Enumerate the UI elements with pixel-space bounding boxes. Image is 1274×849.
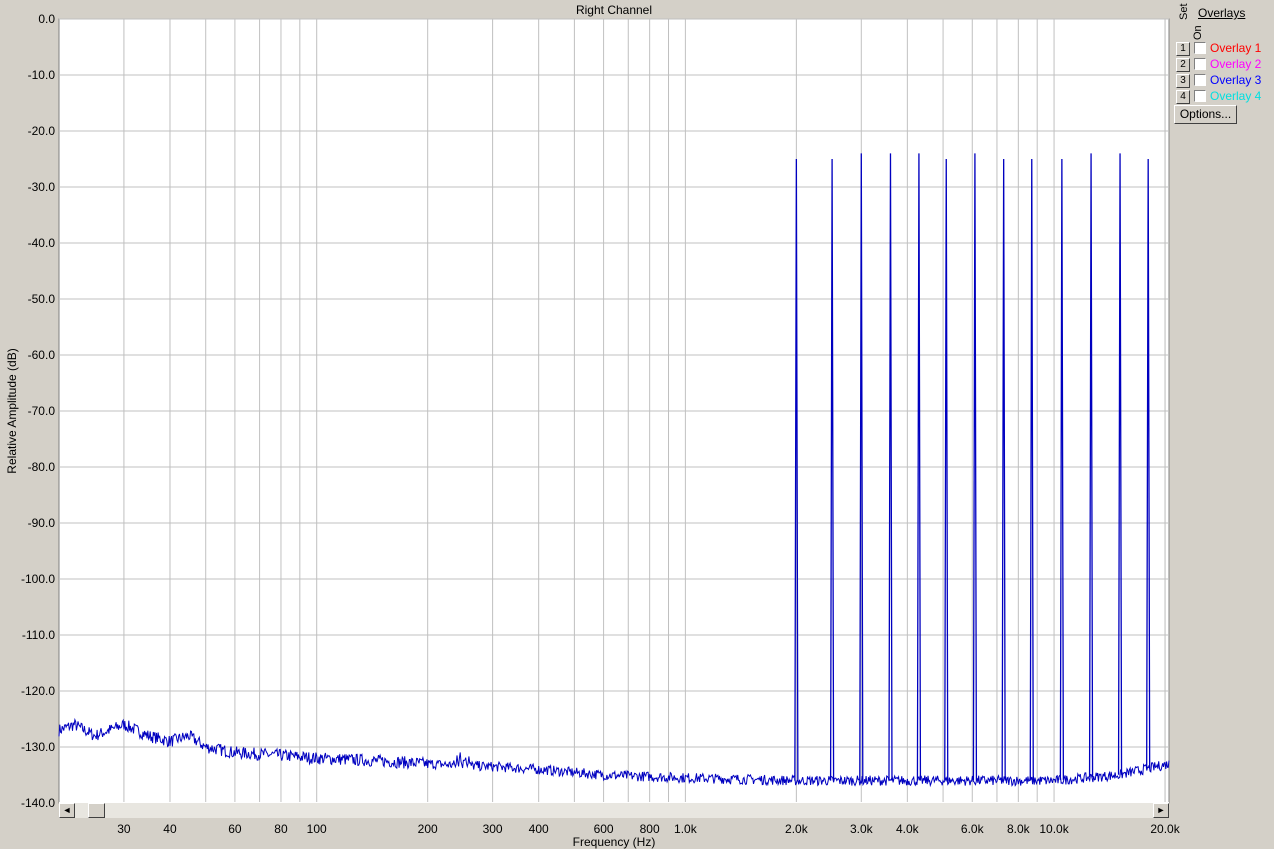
y-tick-label: -60.0 <box>28 348 56 362</box>
overlay-4-checkbox[interactable] <box>1194 90 1206 102</box>
overlay-1-set-button[interactable]: 1 <box>1176 42 1190 56</box>
y-tick-label: -110.0 <box>22 628 55 642</box>
overlay-panel: Set On Overlays 1 Overlay 1 2 Overlay 2 … <box>1172 0 1274 849</box>
y-axis-label: Relative Amplitude (dB) <box>5 348 19 473</box>
x-tick-label: 1.0k <box>674 822 698 836</box>
y-tick-label: -80.0 <box>28 460 56 474</box>
set-column-label: Set <box>1178 3 1190 20</box>
y-tick-label: -90.0 <box>28 516 56 530</box>
x-tick-label: 4.0k <box>896 822 920 836</box>
y-axis-ticks: 0.0 -10.0 -20.0 -30.0 -40.0 -50.0 -60.0 -70.0 -8… <box>21 12 55 810</box>
y-tick-label: -50.0 <box>28 292 56 306</box>
y-tick-label: -100.0 <box>21 572 55 586</box>
x-tick-label: 600 <box>594 822 614 836</box>
overlay-4-set-button[interactable]: 4 <box>1176 90 1190 104</box>
y-tick-label: -30.0 <box>28 180 56 194</box>
scroll-left-button[interactable]: ◄ <box>59 803 75 818</box>
overlay-3-label: Overlay 3 <box>1210 73 1262 87</box>
y-tick-label: -20.0 <box>28 124 56 138</box>
y-tick-label: -120.0 <box>21 684 55 698</box>
x-tick-label: 8.0k <box>1007 822 1031 836</box>
overlay-3-checkbox[interactable] <box>1194 74 1206 86</box>
x-tick-label: 2.0k <box>785 822 809 836</box>
y-tick-label: -40.0 <box>28 236 56 250</box>
x-tick-label: 100 <box>307 822 327 836</box>
y-tick-label: -10.0 <box>28 68 56 82</box>
x-axis-ticks: 30 40 60 80 100 200 300 400 600 800 1.0k 2.0k 3.0k 4.… <box>117 822 1180 836</box>
horizontal-scrollbar[interactable]: ◄ ► <box>59 802 1169 818</box>
overlay-1-checkbox[interactable] <box>1194 42 1206 54</box>
spectrum-chart: 0.0 -10.0 -20.0 -30.0 -40.0 -50.0 -60.0 -70.0 -8… <box>5 12 1181 849</box>
y-tick-label: -140.0 <box>21 796 55 810</box>
y-tick-label: 0.0 <box>38 12 55 26</box>
x-tick-label: 80 <box>274 822 288 836</box>
x-tick-label: 30 <box>117 822 131 836</box>
y-tick-label: -70.0 <box>28 404 56 418</box>
on-column-label: On <box>1192 25 1204 40</box>
x-tick-label: 6.0k <box>961 822 985 836</box>
chart-title: Right Channel <box>575 3 653 17</box>
x-tick-label: 40 <box>163 822 177 836</box>
x-tick-label: 10.0k <box>1039 822 1069 836</box>
overlay-1-label: Overlay 1 <box>1210 41 1262 55</box>
scroll-thumb[interactable] <box>88 803 105 818</box>
options-button[interactable]: Options... <box>1174 105 1237 124</box>
x-axis-label: Frequency (Hz) <box>573 835 656 849</box>
overlay-2-set-button[interactable]: 2 <box>1176 58 1190 72</box>
x-tick-label: 300 <box>483 822 503 836</box>
overlay-2-label: Overlay 2 <box>1210 57 1262 71</box>
x-tick-label: 200 <box>418 822 438 836</box>
overlay-4-label: Overlay 4 <box>1210 89 1262 103</box>
x-tick-label: 60 <box>228 822 242 836</box>
overlay-3-set-button[interactable]: 3 <box>1176 74 1190 88</box>
x-tick-label: 800 <box>640 822 660 836</box>
x-tick-label: 400 <box>529 822 549 836</box>
scroll-right-button[interactable]: ► <box>1153 803 1169 818</box>
overlays-heading: Overlays <box>1198 6 1246 20</box>
x-tick-label: 3.0k <box>850 822 874 836</box>
y-tick-label: -130.0 <box>21 740 55 754</box>
overlay-2-checkbox[interactable] <box>1194 58 1206 70</box>
